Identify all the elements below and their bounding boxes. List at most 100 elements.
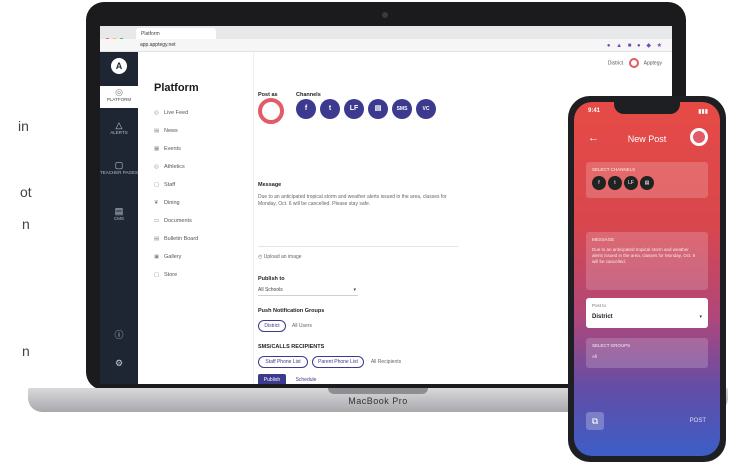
phone-post-button[interactable]: POST <box>690 418 706 424</box>
facebook-channel-icon[interactable]: f <box>592 176 606 190</box>
schedule-button[interactable]: Schedule <box>292 374 320 384</box>
gear-icon: ⚙ <box>114 358 124 368</box>
recipient-chip-all[interactable]: All Recipients <box>366 356 406 368</box>
document-icon: ▭ <box>154 218 160 224</box>
tab-title: Platform <box>141 31 160 37</box>
phone-publish-label: Post to <box>592 303 607 308</box>
sidebar-item-label: Documents <box>164 218 192 224</box>
user-name: Apptegy <box>643 60 662 67</box>
district-selector[interactable]: District <box>608 60 623 66</box>
phone-publish-select[interactable]: Post to District ▾ <box>586 298 708 328</box>
post-as-label: Post as <box>258 92 278 98</box>
bulletin-icon: ▤ <box>154 236 160 242</box>
message-label: Message <box>258 182 282 188</box>
sidebar-item-events[interactable]: ▦ Events <box>154 146 181 152</box>
sidebar-item-label: Live Feed <box>164 110 189 116</box>
sidebar-item-bulletin-board[interactable]: ▤ Bulletin Board <box>154 236 198 242</box>
publish-label: Publish to <box>258 276 285 282</box>
publish-value: All Schools <box>258 287 283 293</box>
phone-groups-card[interactable]: SELECT GROUPS All <box>586 338 708 368</box>
voice-call-channel-icon[interactable]: VC <box>416 99 436 119</box>
phone-publish-value: District <box>592 314 613 320</box>
message-field[interactable]: Due to an anticipated tropical storm and… <box>258 194 458 208</box>
phone-notch <box>614 102 680 114</box>
platform-icon: ◎ <box>115 87 123 97</box>
sidebar-item-label: Athletics <box>164 164 185 170</box>
sidebar-item-athletics[interactable]: ◎ Athletics <box>154 164 185 170</box>
document-channel-icon[interactable]: ▤ <box>640 176 654 190</box>
phone-message-text: Due to an anticipated tropical storm and… <box>592 247 696 264</box>
sidebar-item-gallery[interactable]: ▣ Gallery <box>154 254 181 260</box>
divider <box>258 246 458 247</box>
extension-icons[interactable]: ● ▲ ■ ● ◆ ★ <box>607 42 664 49</box>
app-logo[interactable]: A <box>111 58 127 74</box>
sidebar-item-news[interactable]: ▤ News <box>154 128 178 134</box>
phone-time: 9:41 <box>588 108 601 114</box>
sidebar-item-label: News <box>164 128 178 134</box>
facebook-channel-icon[interactable]: f <box>296 99 316 119</box>
avatar[interactable] <box>628 58 639 68</box>
sidebar-item-label: Store <box>164 272 178 278</box>
dining-icon: ❦ <box>154 200 159 206</box>
phone-groups-label: SELECT GROUPS <box>592 343 631 348</box>
twitter-channel-icon[interactable]: t <box>608 176 622 190</box>
attach-image-button[interactable]: ◴ Upload an image <box>258 254 302 261</box>
phone-channels-label: SELECT CHANNELS <box>592 167 636 172</box>
address-bar[interactable]: app.apptegy.net ● ▲ ■ ● ◆ ★ <box>100 39 672 52</box>
staff-icon: ▢ <box>154 182 160 188</box>
live-feed-icon: ◎ <box>154 110 159 116</box>
edge-text-3: n <box>22 216 30 232</box>
camera <box>382 12 388 18</box>
phone-groups-value: All <box>592 354 598 359</box>
sidebar-item-documents[interactable]: ▭ Documents <box>154 218 192 224</box>
recipient-chip-parent[interactable]: Parent Phone List <box>312 356 364 368</box>
phone: 9:41 ▮▮▮ ← New Post SELECT CHANNELS f t … <box>568 96 726 462</box>
phone-message-card[interactable]: MESSAGE Due to an anticipated tropical s… <box>586 232 708 290</box>
sidebar-item-live-feed[interactable]: ◎ Live Feed <box>154 110 188 116</box>
phone-channels-card: SELECT CHANNELS f t LF ▤ <box>586 162 708 198</box>
alert-icon: △ <box>115 120 123 130</box>
attachment-icon[interactable]: ⧉ <box>586 412 604 430</box>
header-account[interactable]: District Apptegy <box>608 58 662 68</box>
attach-label: Upload an image <box>263 254 302 260</box>
recipient-chip-staff[interactable]: Staff Phone List <box>258 356 308 368</box>
phone-message-label: MESSAGE <box>592 237 615 242</box>
post-as-avatar[interactable] <box>258 98 284 124</box>
rail-label: PLATFORM <box>106 97 132 102</box>
page-icon: ▢ <box>114 160 124 170</box>
base-notch <box>328 388 428 394</box>
rail-item-cms[interactable]: ▤ CMS <box>100 206 138 222</box>
edge-text-4: n <box>22 343 30 359</box>
rail-item-alerts[interactable]: △ ALERTS <box>100 120 138 136</box>
sidebar-item-label: Gallery <box>164 254 182 260</box>
phone-avatar[interactable] <box>690 128 708 146</box>
livefeed-channel-icon[interactable]: LF <box>344 99 364 119</box>
publish-select[interactable]: All Schools ▾ <box>258 284 358 296</box>
news-icon: ▤ <box>154 128 160 134</box>
cms-icon: ▤ <box>114 206 124 216</box>
sms-channel-icon[interactable]: SMS <box>392 99 412 119</box>
sidebar-item-dining[interactable]: ❦ Dining <box>154 200 180 206</box>
groups-label: Push Notification Groups <box>258 308 325 314</box>
rail-item-teacher-pages[interactable]: ▢ TEACHER PAGES <box>100 160 138 176</box>
channels-label: Channels <box>296 92 321 98</box>
edge-text-2: ot <box>20 184 32 200</box>
url-text: app.apptegy.net <box>140 42 176 48</box>
group-chip-all-users[interactable]: All Users <box>288 320 316 332</box>
rail-label: CMS <box>114 216 124 221</box>
group-chip-district[interactable]: District <box>258 320 286 332</box>
livefeed-channel-icon[interactable]: LF <box>624 176 638 190</box>
twitter-channel-icon[interactable]: t <box>320 99 340 119</box>
sidebar-item-store[interactable]: ▢ Store <box>154 272 177 278</box>
publish-button[interactable]: Publish <box>258 374 286 384</box>
chevron-down-icon: ▾ <box>353 287 356 293</box>
rail-item-help[interactable]: ⓘ <box>100 331 138 340</box>
nav-rail: A ◎ PLATFORM △ ALERTS ▢ TEACHER PAGES ▤ … <box>100 52 138 384</box>
document-channel-icon[interactable]: ▤ <box>368 99 388 119</box>
sidebar-item-staff[interactable]: ▢ Staff <box>154 182 175 188</box>
rail-item-platform[interactable]: ◎ PLATFORM <box>100 86 138 108</box>
browser-tab[interactable]: Platform <box>136 28 216 39</box>
gallery-icon: ▣ <box>154 254 160 260</box>
rail-label: ALERTS <box>110 130 128 135</box>
rail-item-settings[interactable]: ⚙ <box>100 358 138 368</box>
